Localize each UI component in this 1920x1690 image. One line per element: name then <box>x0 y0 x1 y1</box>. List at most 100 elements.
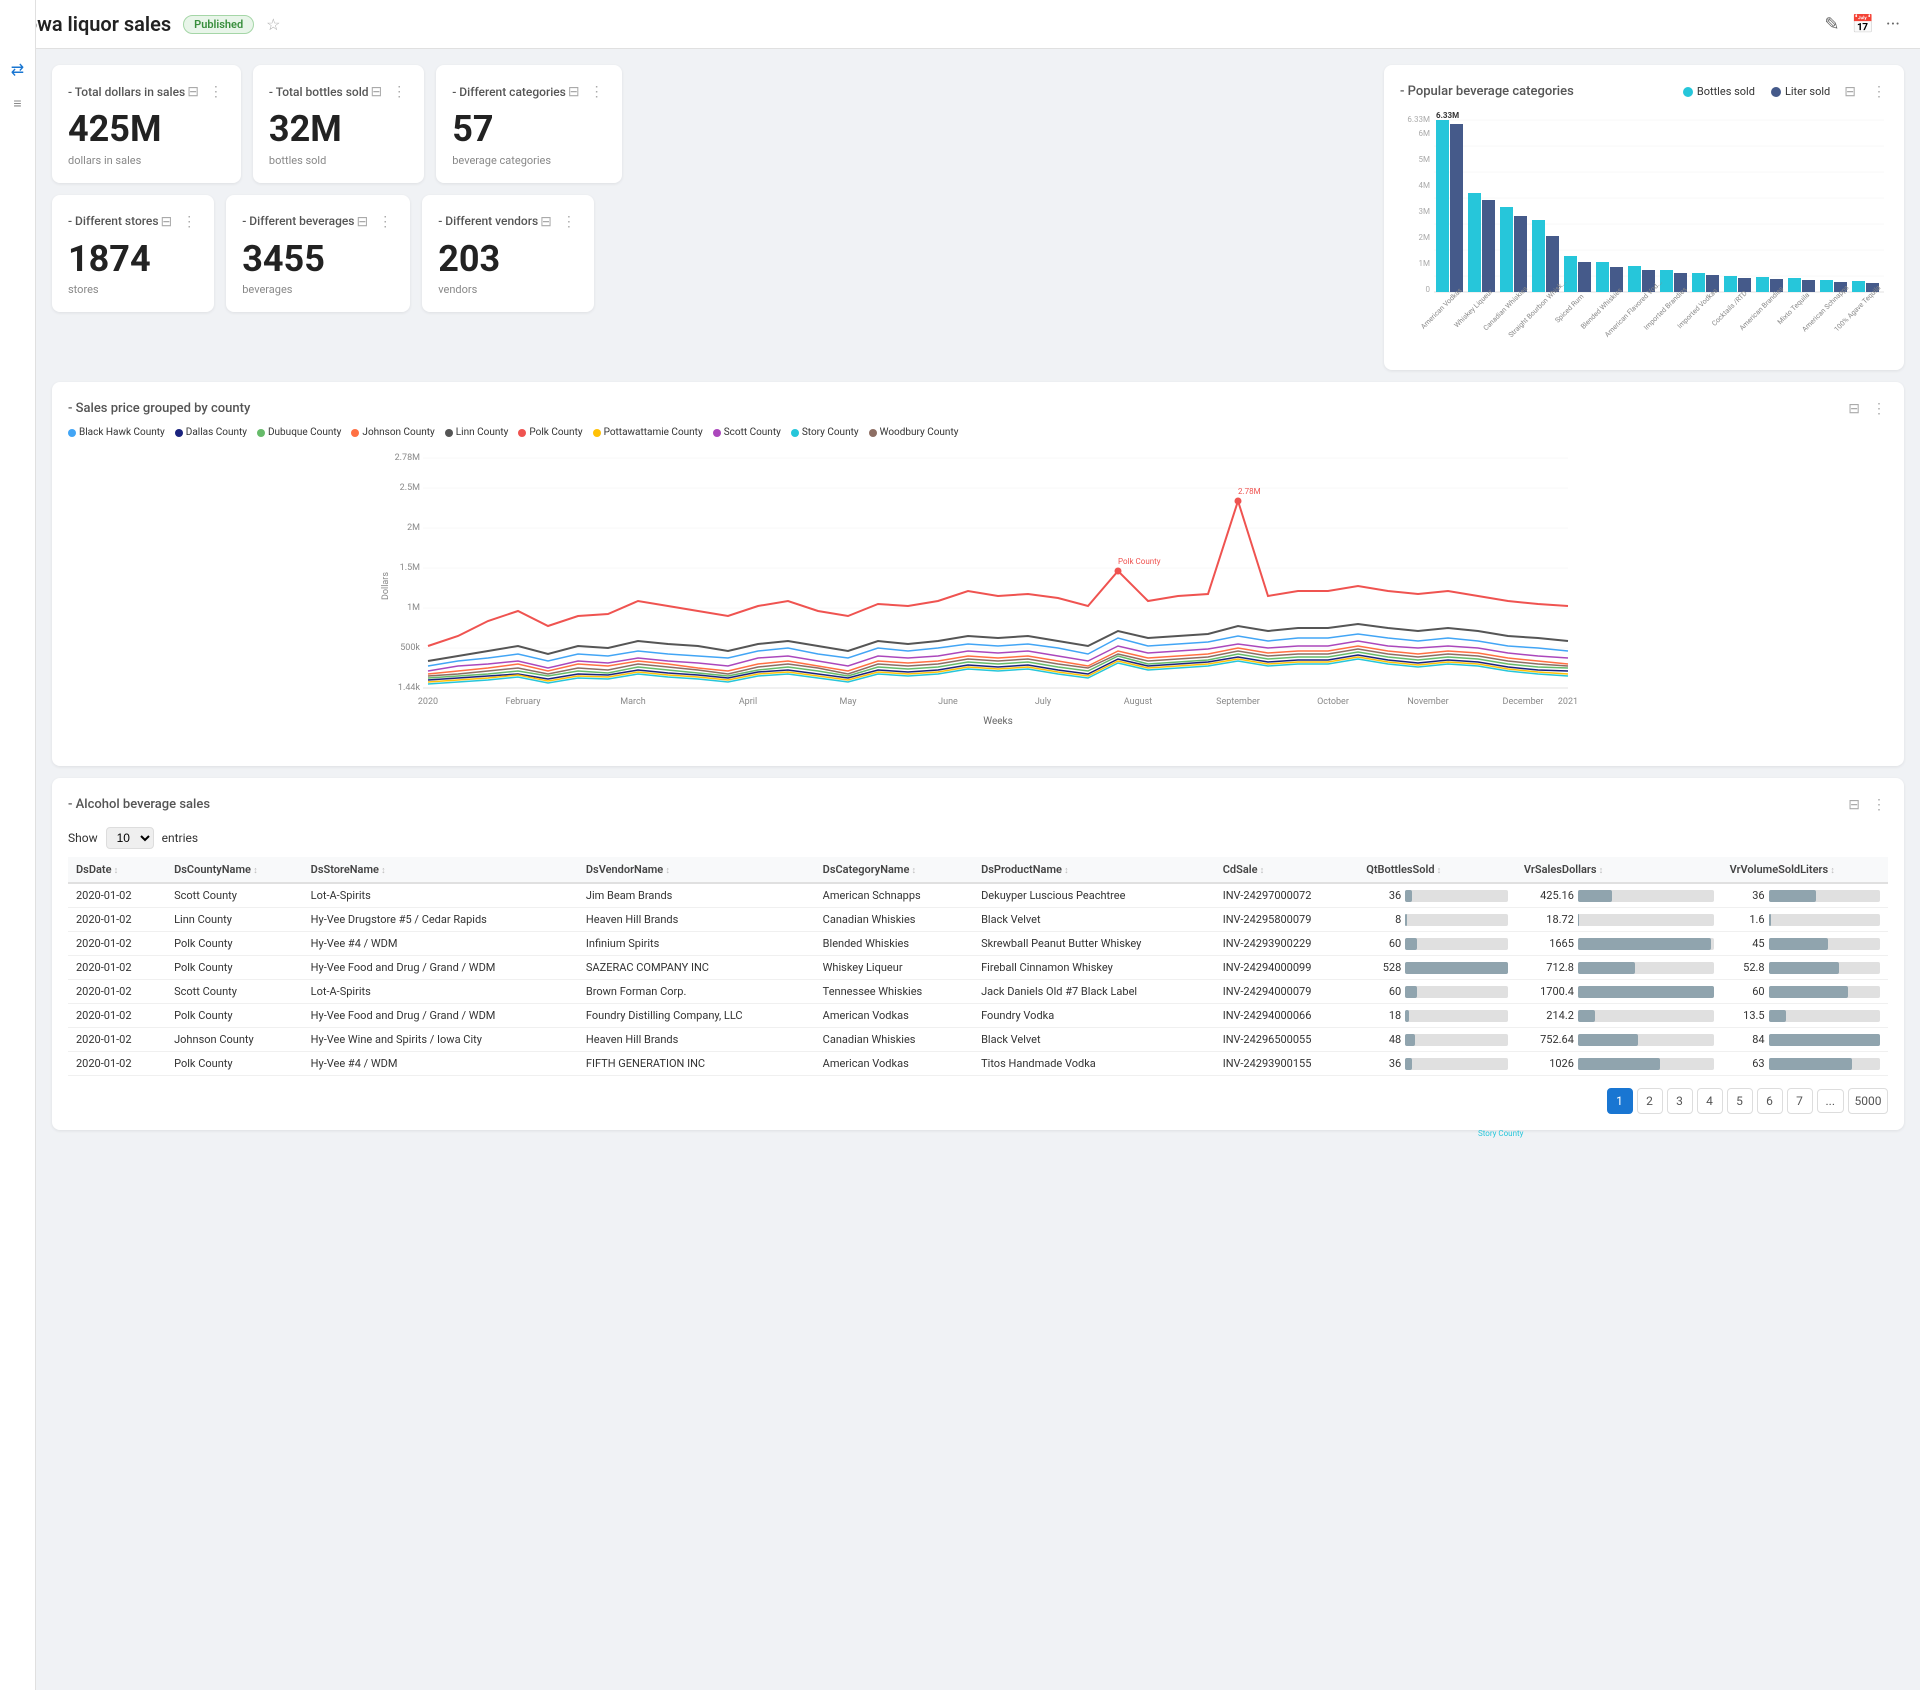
page-2-btn[interactable]: 2 <box>1637 1088 1663 1114</box>
entries-label: entries <box>162 831 198 845</box>
table-cell: Skrewball Peanut Butter Whiskey <box>973 932 1215 956</box>
more-icon[interactable]: ··· <box>1886 14 1900 35</box>
calendar-icon[interactable]: 📅 <box>1851 14 1873 35</box>
x-nov: November <box>1407 697 1448 707</box>
woodbury-dot <box>869 429 877 437</box>
table-cell: Jim Beam Brands <box>578 883 815 908</box>
table-cell: 2020-01-02 <box>68 1004 166 1028</box>
table-cell: 8 <box>1358 908 1516 932</box>
table-cell: Scott County <box>166 883 303 908</box>
scott-dot <box>713 429 721 437</box>
page-3-btn[interactable]: 3 <box>1667 1088 1693 1114</box>
col-cdsale[interactable]: CdSale <box>1215 857 1359 883</box>
published-badge: Published <box>183 15 254 34</box>
more-kpi-btn-3[interactable]: ⋮ <box>588 81 606 102</box>
bar-max-label: 6.33M <box>1436 111 1459 120</box>
filter-vendors-btn[interactable]: ⊟ <box>538 211 554 232</box>
kpi-beverages-subtitle: beverages <box>242 283 394 296</box>
table-cell: 752.64 <box>1516 1028 1722 1052</box>
bar-sr-liters <box>1578 262 1591 292</box>
page-5000-btn[interactable]: 5000 <box>1848 1088 1888 1114</box>
page-5-btn[interactable]: 5 <box>1727 1088 1753 1114</box>
table-cell: INV-24294000079 <box>1215 980 1359 1004</box>
x-aug: August <box>1124 697 1152 707</box>
legend-linn: Linn County <box>445 427 509 438</box>
x-feb: February <box>505 697 541 707</box>
chart-header: - Popular beverage categories Bottles so… <box>1400 81 1888 102</box>
filter-table-btn[interactable]: ⊟ <box>1846 794 1862 815</box>
table-row: 2020-01-02Scott CountyLot-A-SpiritsJim B… <box>68 883 1888 908</box>
y-2m: 2M <box>407 523 420 533</box>
star-icon[interactable]: ☆ <box>266 15 280 34</box>
legend-pottawattamie: Pottawattamie County <box>593 427 703 438</box>
filter-icon[interactable]: ⇄ <box>11 60 24 79</box>
y-label-6m: 6M <box>1419 129 1430 138</box>
blackhawk-dot <box>68 429 76 437</box>
filter-kpi-btn-2[interactable]: ⊟ <box>369 81 385 102</box>
legend-dallas: Dallas County <box>175 427 247 438</box>
more-table-btn[interactable]: ⋮ <box>1870 794 1888 815</box>
liters-label: Liter sold <box>1785 85 1830 98</box>
page-6-btn[interactable]: 6 <box>1757 1088 1783 1114</box>
entries-select[interactable]: 10 25 50 <box>106 827 154 849</box>
col-dsproductname[interactable]: DsProductName <box>973 857 1215 883</box>
table-cell: Black Velvet <box>973 1028 1215 1052</box>
filter-chart-btn[interactable]: ⊟ <box>1842 81 1858 102</box>
more-kpi-btn-2[interactable]: ⋮ <box>390 81 408 102</box>
table-cell: Johnson County <box>166 1028 303 1052</box>
table-cell: Lot-A-Spirits <box>303 980 578 1004</box>
col-qtbottlessold[interactable]: QtBottlesSold <box>1358 857 1516 883</box>
legend-blackhawk: Black Hawk County <box>68 427 165 438</box>
filter-line-btn[interactable]: ⊟ <box>1846 398 1862 419</box>
col-dsstorename[interactable]: DsStoreName <box>303 857 578 883</box>
page-ellipsis[interactable]: ... <box>1817 1089 1845 1113</box>
line-chart-section: - Sales price grouped by county ⊟ ⋮ Blac… <box>52 382 1904 766</box>
table-cell: 2020-01-02 <box>68 908 166 932</box>
col-dscountyname[interactable]: DsCountyName <box>166 857 303 883</box>
line-chart-svg: 2.78M 2.5M 2M 1.5M 1M 500k 1.44k Dollars <box>68 446 1888 746</box>
kpi-total-dollars-subtitle: dollars in sales <box>68 154 225 167</box>
page-4-btn[interactable]: 4 <box>1697 1088 1723 1114</box>
menu-icon[interactable]: ≡ <box>13 95 21 112</box>
more-stores-btn[interactable]: ⋮ <box>180 211 198 232</box>
more-line-btn[interactable]: ⋮ <box>1870 398 1888 419</box>
liters-dot <box>1771 87 1781 97</box>
more-beverages-btn[interactable]: ⋮ <box>376 211 394 232</box>
table-cell: 36 <box>1358 883 1516 908</box>
table-cell: 425.16 <box>1516 883 1722 908</box>
filter-kpi-btn-3[interactable]: ⊟ <box>566 81 582 102</box>
table-cell: Black Velvet <box>973 908 1215 932</box>
johnson-dot <box>351 429 359 437</box>
kpi-beverages-title: - Different beverages <box>242 214 354 228</box>
line-legend: Black Hawk County Dallas County Dubuque … <box>68 427 1888 438</box>
more-chart-btn[interactable]: ⋮ <box>1870 81 1888 102</box>
page-7-btn[interactable]: 7 <box>1787 1088 1813 1114</box>
filter-beverages-btn[interactable]: ⊟ <box>355 211 371 232</box>
table-cell: 84 <box>1722 1028 1888 1052</box>
table-cell: 2020-01-02 <box>68 1052 166 1076</box>
kpi-vendors-subtitle: vendors <box>438 283 578 296</box>
table-cell: Linn County <box>166 908 303 932</box>
table-cell: Heaven Hill Brands <box>578 1028 815 1052</box>
table-cell: Brown Forman Corp. <box>578 980 815 1004</box>
more-kpi-btn[interactable]: ⋮ <box>207 81 225 102</box>
table-cell: Lot-A-Spirits <box>303 883 578 908</box>
table-cell: Polk County <box>166 1052 303 1076</box>
x-may: May <box>840 697 858 707</box>
kpi-categories-subtitle: beverage categories <box>452 154 605 167</box>
col-dsdate[interactable]: DsDate <box>68 857 166 883</box>
col-dscategoryname[interactable]: DsCategoryName <box>815 857 973 883</box>
kpi-different-stores: - Different stores ⊟ ⋮ 1874 stores <box>52 195 214 313</box>
col-vrsalesdollars[interactable]: VrSalesDollars <box>1516 857 1722 883</box>
more-vendors-btn[interactable]: ⋮ <box>560 211 578 232</box>
table-cell: SAZERAC COMPANY INC <box>578 956 815 980</box>
table-cell: INV-24297000072 <box>1215 883 1359 908</box>
col-vrvolumesoldliters[interactable]: VrVolumeSoldLiters <box>1722 857 1888 883</box>
col-dsvendorname[interactable]: DsVendorName <box>578 857 815 883</box>
filter-stores-btn[interactable]: ⊟ <box>159 211 175 232</box>
filter-kpi-btn[interactable]: ⊟ <box>185 81 201 102</box>
edit-icon[interactable]: ✎ <box>1824 14 1839 35</box>
bar-ab-bottles <box>1756 277 1769 292</box>
page-1-btn[interactable]: 1 <box>1607 1088 1633 1114</box>
story-dot <box>791 429 799 437</box>
